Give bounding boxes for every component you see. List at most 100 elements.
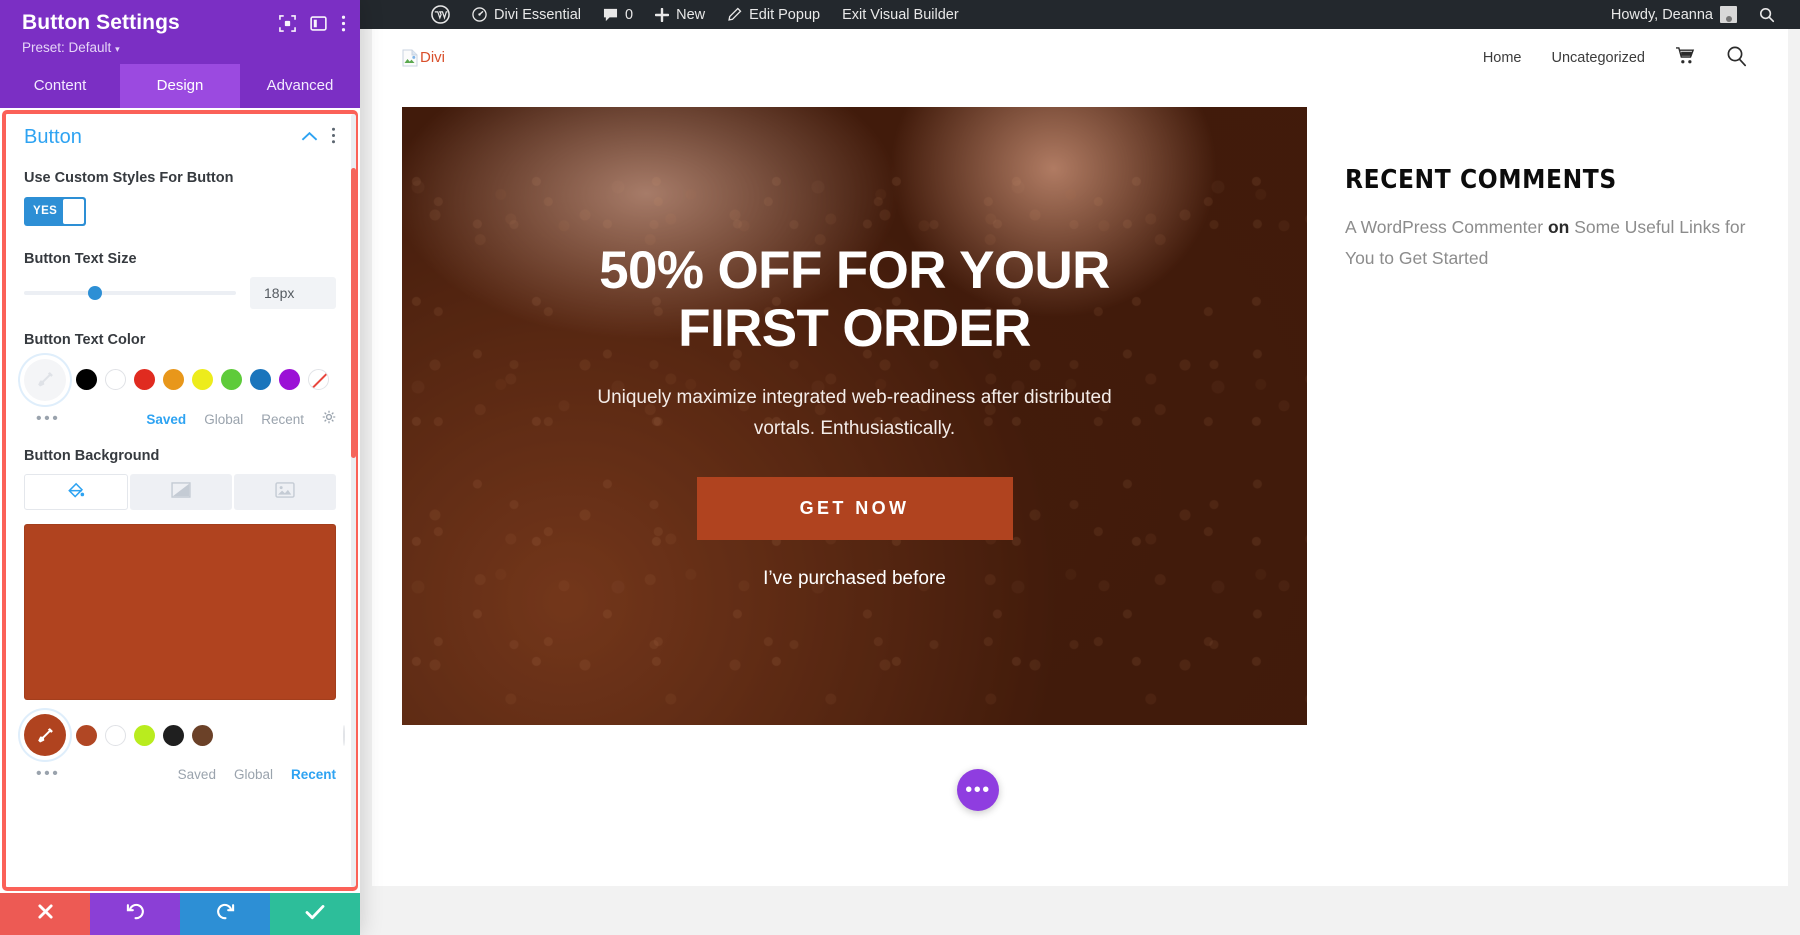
eyedropper-icon[interactable] xyxy=(24,358,66,401)
section-header-button: Button xyxy=(24,126,336,149)
swatch-brown[interactable] xyxy=(192,724,213,746)
swatch-white[interactable] xyxy=(105,369,126,391)
site-nav: Home Uncategorized xyxy=(1483,45,1748,72)
more-options-dots[interactable]: ••• xyxy=(24,410,60,428)
palette-tab-global[interactable]: Global xyxy=(234,767,273,782)
site-content: 50% OFF FOR YOUR FIRST ORDER Uniquely ma… xyxy=(372,87,1788,725)
bg-tab-gradient[interactable] xyxy=(130,474,232,511)
tab-design[interactable]: Design xyxy=(120,64,240,108)
more-vertical-icon[interactable] xyxy=(341,15,346,37)
background-color-swatches xyxy=(24,714,345,757)
field-custom-styles: Use Custom Styles For Button YES xyxy=(24,169,336,226)
text-size-slider[interactable] xyxy=(24,284,236,302)
plus-icon xyxy=(655,7,670,22)
adminbar-site-label: Divi Essential xyxy=(494,6,582,23)
adminbar-new[interactable]: New xyxy=(644,0,716,29)
adminbar-new-label: New xyxy=(676,6,706,23)
palette-tab-saved[interactable]: Saved xyxy=(178,767,216,782)
hero-subtext: Uniquely maximize integrated web-readine… xyxy=(597,387,1112,440)
swatch-rust[interactable] xyxy=(76,724,97,746)
palette-tab-global[interactable]: Global xyxy=(204,412,243,427)
nav-item-uncategorized[interactable]: Uncategorized xyxy=(1552,50,1646,66)
layout-columns-icon[interactable] xyxy=(310,15,327,37)
nav-item-home[interactable]: Home xyxy=(1483,50,1522,66)
bg-tab-image[interactable] xyxy=(234,474,336,511)
redo-button[interactable] xyxy=(180,893,270,935)
paint-bucket-icon xyxy=(67,481,85,504)
search-icon[interactable] xyxy=(1726,45,1748,72)
bg-tab-color[interactable] xyxy=(24,474,128,511)
field-button-background: Button Background ••• Saved Global Recen… xyxy=(24,447,345,784)
panel-header: Button Settings Preset: Default ▾ xyxy=(0,0,360,64)
site-header: Divi Home Uncategorized xyxy=(372,29,1788,87)
preset-selector[interactable]: Preset: Default ▾ xyxy=(22,40,346,55)
adminbar-comments[interactable]: 0 xyxy=(592,0,644,29)
undo-button[interactable] xyxy=(90,893,180,935)
panel-body: Button Use Custom Styles For Button YES xyxy=(0,108,360,893)
field-label: Use Custom Styles For Button xyxy=(24,170,234,186)
panel-scrollbar-thumb[interactable] xyxy=(351,168,356,458)
comment-author[interactable]: A WordPress Commenter xyxy=(1345,217,1543,237)
adminbar-site-name[interactable]: Divi Essential xyxy=(461,0,592,29)
comment-on-label: on xyxy=(1547,217,1570,237)
swatch-green[interactable] xyxy=(221,369,242,391)
hero-note[interactable]: I’ve purchased before xyxy=(575,568,1135,590)
dashboard-icon xyxy=(472,7,487,22)
visual-builder-fab[interactable]: ••• xyxy=(957,769,999,811)
search-icon xyxy=(1759,7,1775,23)
cart-icon[interactable] xyxy=(1675,46,1696,70)
chevron-down-icon: ▾ xyxy=(115,44,120,54)
background-color-meta-row: ••• Saved Global Recent xyxy=(24,765,336,783)
palette-tab-recent[interactable]: Recent xyxy=(261,412,304,427)
palette-tab-recent[interactable]: Recent xyxy=(291,767,336,782)
swatch-transparent[interactable] xyxy=(343,724,345,746)
background-type-tabs xyxy=(24,474,336,511)
adminbar-edit-popup[interactable]: Edit Popup xyxy=(716,0,831,29)
main-column: 50% OFF FOR YOUR FIRST ORDER Uniquely ma… xyxy=(402,87,1307,725)
adminbar-exit-visual-builder[interactable]: Exit Visual Builder xyxy=(831,0,970,29)
swatch-purple[interactable] xyxy=(279,369,300,391)
save-button[interactable] xyxy=(270,893,360,935)
slider-thumb[interactable] xyxy=(87,286,102,301)
swatch-black[interactable] xyxy=(76,369,97,391)
custom-styles-toggle[interactable]: YES xyxy=(24,196,86,226)
swatch-white[interactable] xyxy=(105,724,126,746)
site-logo[interactable]: Divi xyxy=(402,49,445,67)
swatch-orange[interactable] xyxy=(163,369,184,391)
text-size-input[interactable]: 18px xyxy=(250,277,336,310)
recent-comment-item: A WordPress Commenter on Some Useful Lin… xyxy=(1345,212,1747,273)
adminbar-comment-count: 0 xyxy=(625,6,634,23)
swatch-transparent[interactable] xyxy=(308,369,329,391)
recent-comments-widget-title: RECENT COMMENTS xyxy=(1345,165,1617,195)
check-icon xyxy=(305,904,325,925)
close-icon xyxy=(37,903,54,925)
palette-tab-saved[interactable]: Saved xyxy=(146,412,186,427)
comment-icon xyxy=(603,8,618,22)
swatch-yellow[interactable] xyxy=(192,369,213,391)
tab-advanced[interactable]: Advanced xyxy=(240,64,360,108)
preset-label: Preset: Default xyxy=(22,40,112,55)
swatch-lime[interactable] xyxy=(134,724,155,746)
swatch-red[interactable] xyxy=(134,369,155,391)
swatch-blue[interactable] xyxy=(250,369,271,391)
text-color-meta-row: ••• Saved Global Recent xyxy=(24,410,336,429)
tab-content[interactable]: Content xyxy=(0,64,120,108)
background-color-preview[interactable] xyxy=(24,524,336,701)
gear-icon[interactable] xyxy=(322,410,336,429)
more-vertical-icon[interactable] xyxy=(331,127,336,149)
adminbar-my-account[interactable]: Howdy, Deanna xyxy=(1600,0,1748,29)
more-options-dots[interactable]: ••• xyxy=(24,765,60,783)
chevron-up-icon[interactable] xyxy=(301,129,318,147)
site-logo-alt-text: Divi xyxy=(420,49,445,66)
swatch-black[interactable] xyxy=(163,724,184,746)
adminbar-wordpress-logo[interactable] xyxy=(420,0,461,29)
wordpress-logo-icon xyxy=(431,5,450,24)
adminbar-search[interactable] xyxy=(1748,0,1786,29)
eyedropper-icon[interactable] xyxy=(24,714,66,757)
slider-track xyxy=(24,291,236,296)
cancel-button[interactable] xyxy=(0,893,90,935)
text-color-swatches xyxy=(24,358,336,401)
target-icon[interactable] xyxy=(279,15,296,37)
get-now-button[interactable]: GET NOW xyxy=(696,477,1013,541)
broken-image-icon xyxy=(402,49,418,67)
